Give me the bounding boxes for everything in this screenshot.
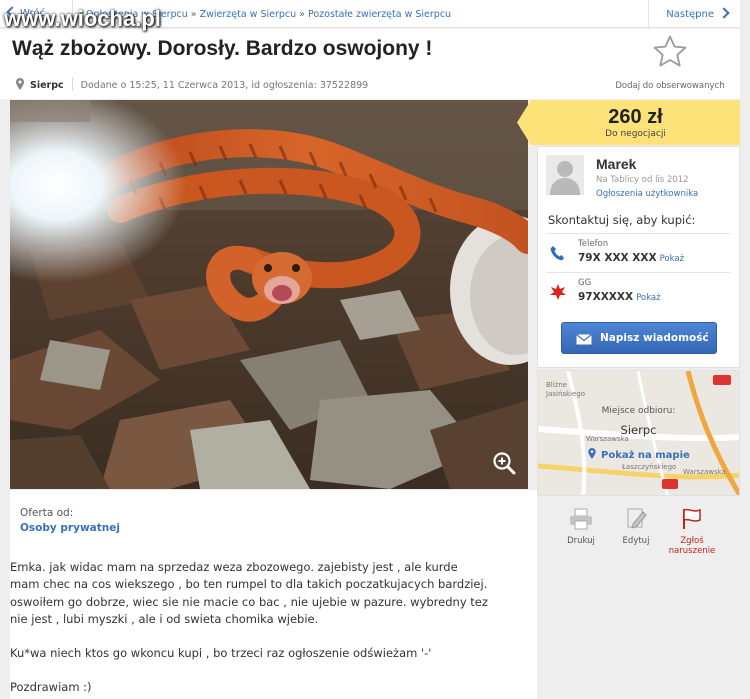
show-phone-link[interactable]: Pokaż [660, 254, 684, 264]
add-to-observed-button[interactable]: Dodaj do obserwowanych [610, 35, 730, 92]
map-label: Bliżne [546, 381, 568, 389]
location-pin-icon [16, 78, 24, 90]
report-label-1: Zgłoś [680, 536, 704, 546]
offer-value: Osoby prywatnej [20, 522, 120, 534]
print-label: Drukuj [567, 536, 595, 546]
offer-label: Oferta od: [20, 507, 74, 519]
show-gg-link[interactable]: Pokaż [636, 293, 660, 303]
seller-since: Na Tablicy od lis 2012 [596, 175, 689, 185]
ad-title: Wąż zbożowy. Dorosły. Bardzo oswojony ! [12, 37, 433, 60]
edit-button[interactable]: Edytuj [608, 508, 664, 546]
avatar-icon [546, 155, 584, 195]
description-line: nie jest , lubi myszki , ale i od swieta… [10, 612, 319, 626]
flag-icon [683, 508, 701, 529]
report-button[interactable]: Zgłoś naruszenie [664, 508, 720, 556]
description-line: Pozdrawiam :) [10, 680, 92, 694]
breadcrumb-separator: » [299, 9, 305, 20]
breadcrumb-item-animals[interactable]: Zwierzęta w Sierpcu [200, 9, 297, 20]
seller-name: Marek [596, 156, 637, 172]
divider [71, 77, 73, 91]
map-label: Łaszczyńskiego [622, 463, 677, 471]
snake-photo-image [10, 100, 528, 489]
price-negotiable: Do negocjacji [605, 129, 666, 139]
ad-meta: Sierpc Dodane o 15:25, 11 Czerwca 2013, i… [16, 77, 368, 91]
gg-number: 97XXXXX Pokaż [578, 291, 661, 303]
report-label-2: naruszenie [668, 546, 716, 556]
ad-city: Sierpc [30, 80, 64, 91]
next-ad-link[interactable]: Następne [666, 7, 730, 20]
gg-row: GG 97XXXXX Pokaż [546, 272, 731, 310]
edit-icon [627, 508, 647, 529]
breadcrumb-separator: » [190, 9, 197, 20]
contact-heading: Skontaktuj się, aby kupić: [548, 213, 696, 227]
watermark: www.wiocha.pl [4, 6, 161, 31]
chevron-right-icon [718, 7, 730, 19]
phone-label: Telefon [578, 239, 609, 249]
print-icon [570, 508, 592, 530]
show-on-map-link[interactable]: Pokaż na mapie [588, 448, 690, 461]
star-icon [653, 35, 687, 67]
print-button[interactable]: Drukuj [553, 508, 609, 546]
show-on-map-label: Pokaż na mapie [601, 450, 690, 461]
location-map[interactable]: Bliżne Jasińskiego Warszawska Łaszczyńsk… [537, 370, 740, 496]
description-line: oswoiłem go dobrze, wiec sie nie macie c… [10, 595, 488, 609]
phone-value: 79X XXX XXX [578, 252, 657, 264]
phone-icon [550, 246, 564, 261]
envelope-icon [576, 334, 592, 345]
next-label: Następne [666, 9, 714, 20]
description-line: mam chec na cos wiekszego , bo ten rumpe… [10, 577, 488, 591]
description-line: Emka. jak widac mam na sprzedaz weza zbo… [10, 560, 458, 574]
zoom-icon[interactable] [492, 451, 516, 475]
map-pin-icon [588, 448, 596, 459]
breadcrumb-item-other-animals[interactable]: Pozostałe zwierzęta w Sierpcu [308, 9, 451, 20]
price-value: 260 zł [608, 106, 663, 128]
write-message-button[interactable]: Napisz wiadomość [561, 322, 717, 354]
gg-icon [550, 284, 566, 300]
ad-header: Wąż zbożowy. Dorosły. Bardzo oswojony ! … [0, 29, 740, 99]
classified-ad-page: www.wiocha.pl Wróć Ogłoszenia w Sierpcu»… [0, 0, 750, 699]
phone-row: Telefon 79X XXX XXX Pokaż [546, 233, 731, 271]
add-to-observed-label: Dodaj do obserwowanych [615, 81, 725, 91]
map-label: Warszawska [683, 468, 726, 476]
ad-description: Oferta od: Osoby prywatnej Emka. jak wid… [10, 490, 537, 699]
ad-added-info: Dodane o 15:25, 11 Czerwca 2013, id ogło… [80, 80, 369, 91]
map-label: Jasińskiego [546, 390, 586, 398]
write-message-label: Napisz wiadomość [600, 332, 709, 344]
ad-actions: Drukuj Edytuj Zgłoś naruszenie [537, 498, 740, 578]
description-line: Ku*wa niech ktos go wkoncu kupi , bo trz… [10, 646, 432, 660]
phone-number: 79X XXX XXX Pokaż [578, 252, 684, 264]
edit-label: Edytuj [622, 536, 650, 546]
gg-label: GG [578, 278, 592, 288]
divider [648, 0, 649, 28]
gg-value: 97XXXXX [578, 291, 634, 303]
pickup-label: Miejsce odbioru: [601, 406, 676, 416]
ad-photo[interactable] [10, 100, 528, 489]
price-tag: 260 zł Do negocjacji [517, 100, 740, 145]
user-ads-link[interactable]: Ogłoszenia użytkownika [596, 189, 698, 199]
seller-card: Marek Na Tablicy od lis 2012 Ogłoszenia … [537, 146, 740, 368]
pickup-city: Sierpc [620, 423, 657, 437]
